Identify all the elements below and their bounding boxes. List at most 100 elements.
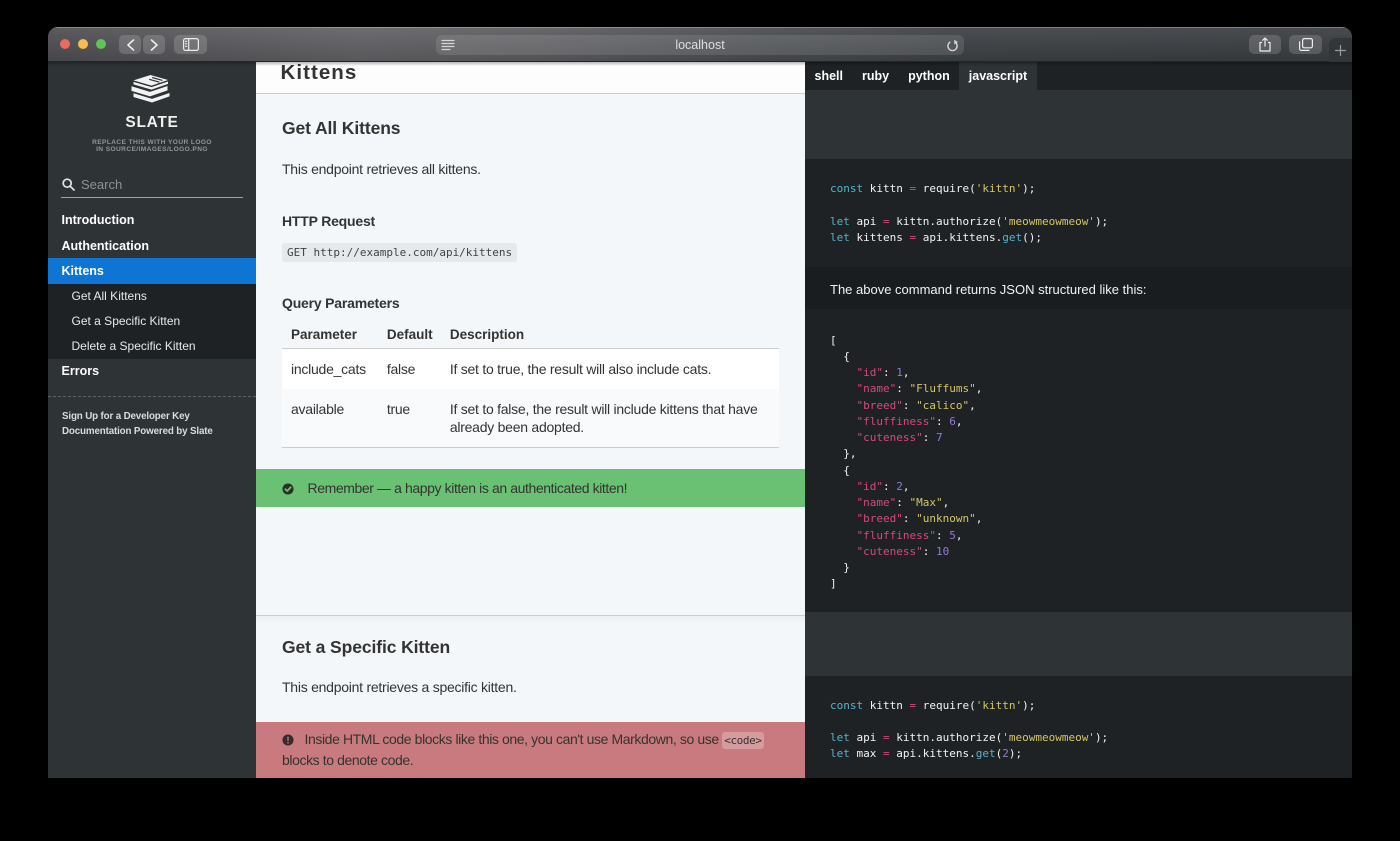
sidebar-divider xyxy=(48,396,256,397)
code-annotation: The above command returns JSON structure… xyxy=(805,267,1352,309)
http-request-heading: HTTP Request xyxy=(282,211,779,231)
logo-title: SLATE xyxy=(48,114,256,132)
table-cell: include_cats xyxy=(282,349,378,389)
page-title: Kittens xyxy=(256,62,805,94)
search-icon xyxy=(62,178,75,191)
sidebar-footer: Sign Up for a Developer KeyDocumentation… xyxy=(48,409,256,439)
section-heading-get-all-kittens: Get All Kittens xyxy=(282,117,779,139)
language-tab-shell[interactable]: shell xyxy=(805,62,853,90)
reload-icon[interactable] xyxy=(946,39,959,53)
table-cell: If set to true, the result will also inc… xyxy=(441,349,779,389)
success-callout-text: Remember — a happy kitten is an authenti… xyxy=(308,480,628,496)
code-line: "fluffiness": 5, xyxy=(830,528,1327,544)
minimize-button[interactable] xyxy=(78,39,88,49)
code-line: { xyxy=(830,463,1327,479)
code-sample-get-all: const kittn = require('kittn'); let api … xyxy=(805,159,1352,267)
sidebar-footer-link[interactable]: Documentation Powered by Slate xyxy=(62,424,256,439)
code-panel-spacer xyxy=(805,612,1352,676)
warning-callout: Inside HTML code blocks like this one, y… xyxy=(256,722,805,779)
table-cell: If set to false, the result will include… xyxy=(441,389,779,448)
inline-code: <code> xyxy=(722,732,763,749)
sidebar-item-get-all-kittens[interactable]: Get All Kittens xyxy=(48,284,256,309)
table-cell: false xyxy=(378,349,441,389)
code-line: "breed": "unknown", xyxy=(830,511,1327,527)
code-line: { xyxy=(830,349,1327,365)
titlebar[interactable]: localhost xyxy=(48,27,1352,62)
sidebar-nav: IntroductionAuthenticationKittensGet All… xyxy=(48,208,256,385)
code-sample-get-specific: const kittn = require('kittn'); let api … xyxy=(805,676,1352,779)
table-row: include_catsfalseIf set to true, the res… xyxy=(282,349,779,389)
code-line: "cuteness": 10 xyxy=(830,544,1327,560)
close-button[interactable] xyxy=(60,39,70,49)
sidebar-toggle-button[interactable] xyxy=(174,35,207,54)
share-button[interactable] xyxy=(1249,35,1281,54)
exclamation-circle-icon xyxy=(282,734,294,746)
window-content: SLATE REPLACE THIS WITH YOUR LOGO IN SOU… xyxy=(48,62,1352,778)
logo: SLATE REPLACE THIS WITH YOUR LOGO IN SOU… xyxy=(48,62,256,154)
section-get-a-specific-kitten: Get a Specific Kitten This endpoint retr… xyxy=(256,615,805,697)
traffic-lights xyxy=(48,27,106,61)
code-line: [ xyxy=(830,333,1327,349)
table-cell: true xyxy=(378,389,441,448)
sidebar-item-authentication[interactable]: Authentication xyxy=(48,233,256,258)
code-examples-panel: shellrubypythonjavascript const kittn = … xyxy=(805,62,1352,778)
query-parameters-table: ParameterDefaultDescription include_cats… xyxy=(282,322,779,448)
sidebar-item-errors[interactable]: Errors xyxy=(48,359,256,384)
language-tab-ruby[interactable]: ruby xyxy=(853,62,899,90)
logo-subtitle-line1: REPLACE THIS WITH YOUR LOGO xyxy=(48,139,256,146)
table-row: availabletrueIf set to false, the result… xyxy=(282,389,779,448)
code-line: } xyxy=(830,560,1327,576)
table-header: Default xyxy=(378,322,441,349)
code-line: }, xyxy=(830,446,1327,462)
sidebar-item-kittens[interactable]: Kittens xyxy=(48,258,256,283)
code-line: const kittn = require('kittn'); xyxy=(830,698,1327,714)
section-heading-get-a-specific-kitten: Get a Specific Kitten xyxy=(282,636,779,658)
new-tab-button[interactable] xyxy=(1329,38,1352,62)
language-tab-javascript[interactable]: javascript xyxy=(959,62,1036,90)
endpoint-code-row: GET http://example.com/api/kittens xyxy=(282,243,779,262)
code-line: "id": 2, xyxy=(830,479,1327,495)
table-header: Parameter xyxy=(282,322,378,349)
forward-button[interactable] xyxy=(143,35,165,54)
sidebar-item-delete-a-specific-kitten[interactable]: Delete a Specific Kitten xyxy=(48,334,256,359)
search-input[interactable] xyxy=(81,177,231,192)
table-body: include_catsfalseIf set to true, the res… xyxy=(282,349,779,448)
code-line xyxy=(830,714,1327,730)
code-line: let max = api.kittens.get(2); xyxy=(830,746,1327,762)
query-parameters-heading: Query Parameters xyxy=(282,293,779,313)
code-line: "breed": "calico", xyxy=(830,398,1327,414)
code-line: let api = kittn.authorize('meowmeowmeow'… xyxy=(830,214,1327,230)
code-line: const kittn = require('kittn'); xyxy=(830,181,1327,197)
share-icon xyxy=(1259,37,1271,52)
doc-content: Kittens Get All Kittens This endpoint re… xyxy=(256,62,805,778)
table-header-row: ParameterDefaultDescription xyxy=(282,322,779,349)
address-bar[interactable]: localhost xyxy=(436,35,964,55)
back-button[interactable] xyxy=(119,35,141,54)
check-circle-icon xyxy=(282,483,294,495)
language-tab-python[interactable]: python xyxy=(899,62,960,90)
sidebar-icon xyxy=(183,38,199,51)
show-all-tabs-button[interactable] xyxy=(1289,35,1322,54)
success-callout: Remember — a happy kitten is an authenti… xyxy=(256,469,805,507)
tabs-overview-icon xyxy=(1299,38,1313,51)
sidebar-item-introduction[interactable]: Introduction xyxy=(48,208,256,233)
warning-callout-text: Inside HTML code blocks like this one, y… xyxy=(282,731,764,768)
section2-paragraph: This endpoint retrieves a specific kitte… xyxy=(282,678,779,697)
logo-subtitle: REPLACE THIS WITH YOUR LOGO IN SOURCE/IM… xyxy=(48,139,256,154)
code-line: "id": 1, xyxy=(830,365,1327,381)
chevron-left-icon xyxy=(126,39,135,51)
code-panel-spacer xyxy=(805,90,1352,159)
code-line: let api = kittn.authorize('meowmeowmeow'… xyxy=(830,730,1327,746)
sidebar-item-get-a-specific-kitten[interactable]: Get a Specific Kitten xyxy=(48,309,256,334)
table-cell: available xyxy=(282,389,378,448)
code-line: ] xyxy=(830,576,1327,592)
chevron-right-icon xyxy=(150,39,159,51)
browser-window: localhost xyxy=(48,27,1352,778)
section-paragraph: This endpoint retrieves all kittens. xyxy=(282,160,779,179)
search-box[interactable] xyxy=(61,176,243,198)
url-text: localhost xyxy=(436,38,964,52)
sidebar-footer-link[interactable]: Sign Up for a Developer Key xyxy=(62,409,256,424)
zoom-button[interactable] xyxy=(96,39,106,49)
sidebar: SLATE REPLACE THIS WITH YOUR LOGO IN SOU… xyxy=(48,62,256,778)
code-line: "name": "Fluffums", xyxy=(830,381,1327,397)
